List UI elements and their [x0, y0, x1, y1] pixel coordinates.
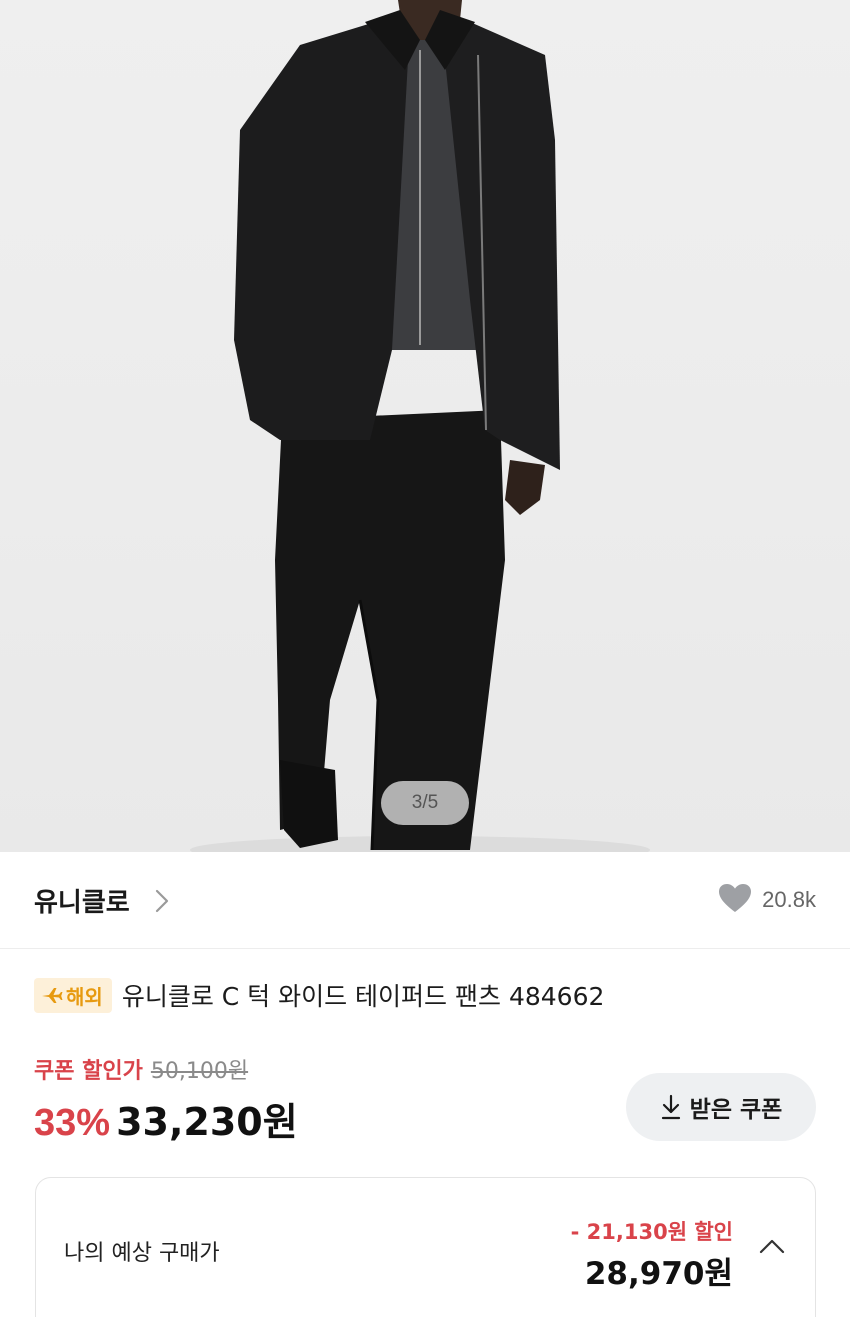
brand-link[interactable]: 유니클로	[34, 882, 130, 919]
expected-price-card[interactable]: 나의 예상 구매가 - 21,130원 할인 28,970원	[35, 1177, 816, 1317]
discount-rate: 33%	[34, 1102, 111, 1144]
received-coupon-button[interactable]: 받은 쿠폰	[626, 1073, 816, 1141]
product-title-row: 해외 유니클로 C 턱 와이드 테이퍼드 팬츠 484662	[34, 977, 604, 1013]
received-coupon-label: 받은 쿠폰	[689, 1097, 783, 1123]
coupon-price-label: 쿠폰 할인가	[34, 1059, 143, 1084]
heart-icon	[718, 883, 752, 917]
brand-row: 유니클로 20.8k	[0, 852, 850, 949]
overseas-badge: 해외	[34, 977, 112, 1013]
download-icon	[661, 1094, 680, 1120]
chevron-up-icon[interactable]	[759, 1238, 785, 1258]
chevron-right-icon[interactable]	[154, 888, 170, 918]
like-count: 20.8k	[762, 887, 816, 912]
expected-final-price: 28,970원	[584, 1256, 733, 1292]
expected-price-label: 나의 예상 구매가	[64, 1241, 220, 1266]
like-button[interactable]: 20.8k	[718, 883, 816, 917]
coupon-price-label-row: 쿠폰 할인가 50,100원	[34, 1053, 248, 1085]
airplane-icon	[42, 988, 63, 1003]
expected-discount-amount: - 21,130원 할인	[570, 1220, 733, 1244]
price-row: 33% 33,230원	[34, 1091, 298, 1146]
product-image-carousel[interactable]: 3/5	[0, 0, 850, 852]
product-photo	[190, 0, 650, 852]
overseas-badge-label: 해외	[66, 984, 103, 1009]
image-page-indicator: 3/5	[381, 781, 469, 825]
sale-price: 33,230원	[116, 1100, 298, 1144]
product-title: 유니클로 C 턱 와이드 테이퍼드 팬츠 484662	[121, 982, 605, 1011]
original-price: 50,100원	[150, 1059, 249, 1084]
